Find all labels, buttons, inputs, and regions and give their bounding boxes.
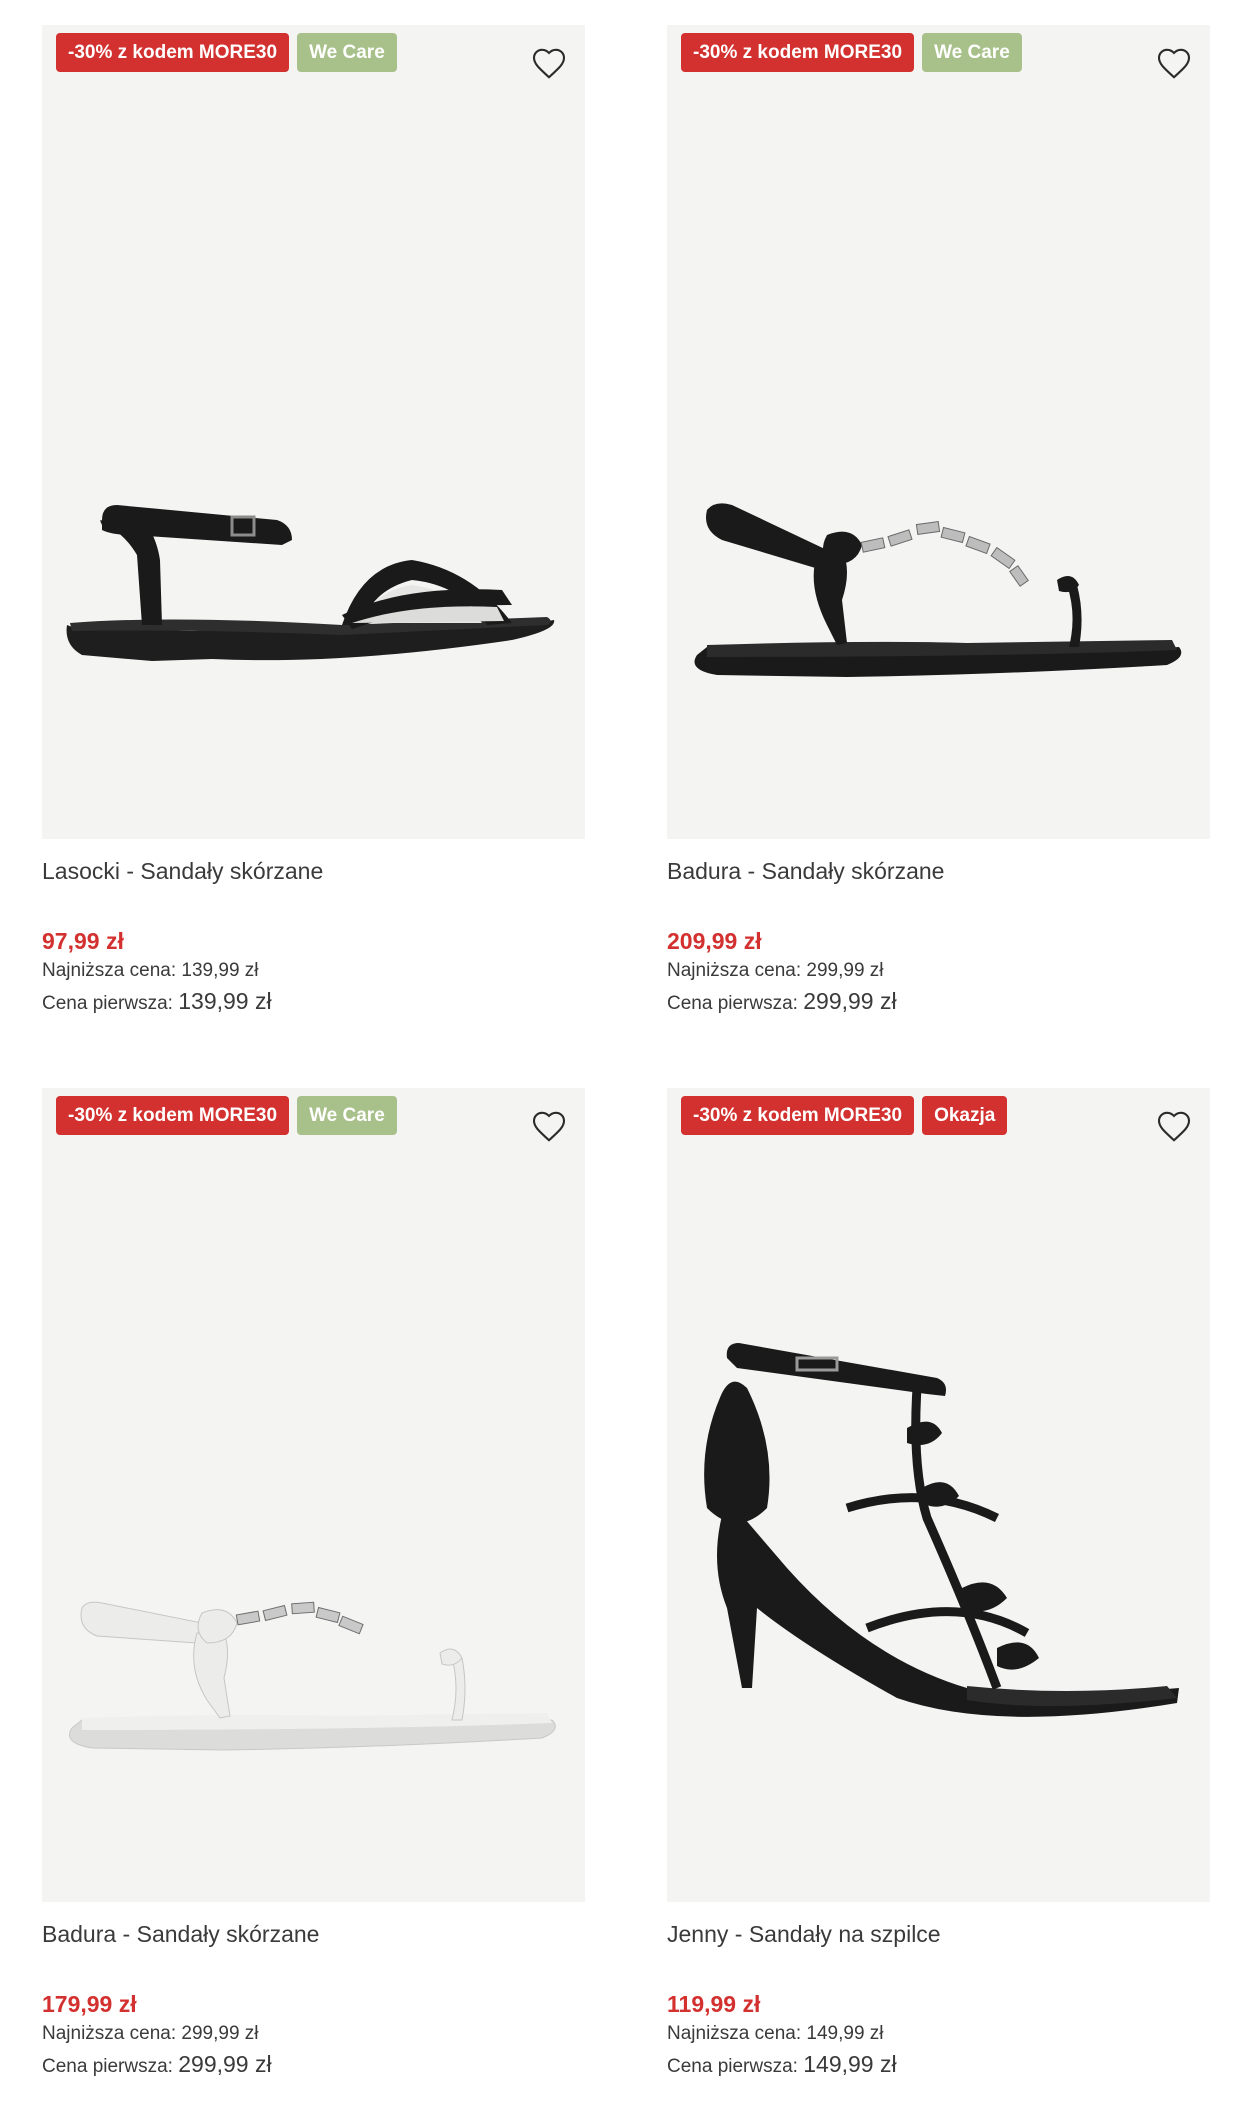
product-name[interactable]: Badura - Sandały skórzane [42,1919,585,1949]
product-name[interactable]: Lasocki - Sandały skórzane [42,856,585,886]
promo-code-badge: -30% z kodem MORE30 [56,33,290,72]
product-card[interactable]: -30% z kodem MORE30 Okazja Jenny - Sanda… [667,1088,1210,2079]
lowest-price-label: Najniższa cena: [42,2023,177,2044]
first-price-row: Cena pierwsza: 299,99 zł [667,986,1210,1016]
heart-outline-icon [1157,1111,1191,1142]
add-to-favorites-button[interactable] [1154,43,1194,83]
lowest-price-label: Najniższa cena: [667,960,802,981]
black-jeweled-thong-sandal-image [694,503,1182,677]
sale-price: 119,99 zł [667,1991,761,2017]
first-price-row: Cena pierwsza: 299,99 zł [42,2049,585,2079]
first-price-label: Cena pierwsza: [667,2056,798,2077]
sale-price: 97,99 zł [42,928,124,954]
first-price-value: 299,99 zł [178,2051,272,2077]
first-price-value: 299,99 zł [803,988,897,1014]
sale-price: 179,99 zł [42,1991,137,2017]
add-to-favorites-button[interactable] [529,1106,569,1146]
product-name[interactable]: Badura - Sandały skórzane [667,856,1210,886]
first-price-label: Cena pierwsza: [42,993,173,1014]
product-image[interactable]: -30% z kodem MORE30 We Care [667,25,1210,839]
product-image[interactable]: -30% z kodem MORE30 We Care [42,25,585,839]
product-name[interactable]: Jenny - Sandały na szpilce [667,1919,1210,1949]
deal-badge: Okazja [922,1096,1008,1135]
first-price-row: Cena pierwsza: 139,99 zł [42,986,585,1016]
lowest-price-value: 299,99 zł [181,2023,259,2044]
first-price-label: Cena pierwsza: [42,2056,173,2077]
add-to-favorites-button[interactable] [529,43,569,83]
we-care-badge: We Care [922,33,1022,72]
promo-code-badge: -30% z kodem MORE30 [56,1096,290,1135]
lowest-price-value: 299,99 zł [806,960,884,981]
black-white-flat-sandal-image [66,505,555,661]
add-to-favorites-button[interactable] [1154,1106,1194,1146]
sale-price: 209,99 zł [667,928,762,954]
lowest-price-value: 149,99 zł [806,2023,884,2044]
lowest-price-row: Najniższa cena: 139,99 zł [42,956,585,986]
promo-code-badge: -30% z kodem MORE30 [681,33,915,72]
black-stiletto-sandal-image [704,1343,1179,1717]
we-care-badge: We Care [297,33,397,72]
lowest-price-row: Najniższa cena: 149,99 zł [667,2019,1210,2049]
lowest-price-label: Najniższa cena: [667,2023,802,2044]
heart-outline-icon [1157,48,1191,79]
lowest-price-label: Najniższa cena: [42,960,177,981]
product-image[interactable]: -30% z kodem MORE30 Okazja [667,1088,1210,1902]
white-jeweled-thong-sandal-image [69,1601,556,1751]
lowest-price-row: Najniższa cena: 299,99 zł [667,956,1210,986]
lowest-price-row: Najniższa cena: 299,99 zł [42,2019,585,2049]
product-card[interactable]: -30% z kodem MORE30 We Care Badura - San… [667,25,1210,1016]
product-image[interactable]: -30% z kodem MORE30 We Care [42,1088,585,1902]
lowest-price-value: 139,99 zł [181,960,259,981]
first-price-label: Cena pierwsza: [667,993,798,1014]
product-card[interactable]: -30% z kodem MORE30 We Care Badura - San… [42,1088,585,2079]
product-card[interactable]: -30% z kodem MORE30 We Care Lasocki - Sa… [42,25,585,1016]
first-price-value: 139,99 zł [178,988,272,1014]
we-care-badge: We Care [297,1096,397,1135]
first-price-value: 149,99 zł [803,2051,897,2077]
heart-outline-icon [532,48,566,79]
promo-code-badge: -30% z kodem MORE30 [681,1096,915,1135]
heart-outline-icon [532,1111,566,1142]
first-price-row: Cena pierwsza: 149,99 zł [667,2049,1210,2079]
